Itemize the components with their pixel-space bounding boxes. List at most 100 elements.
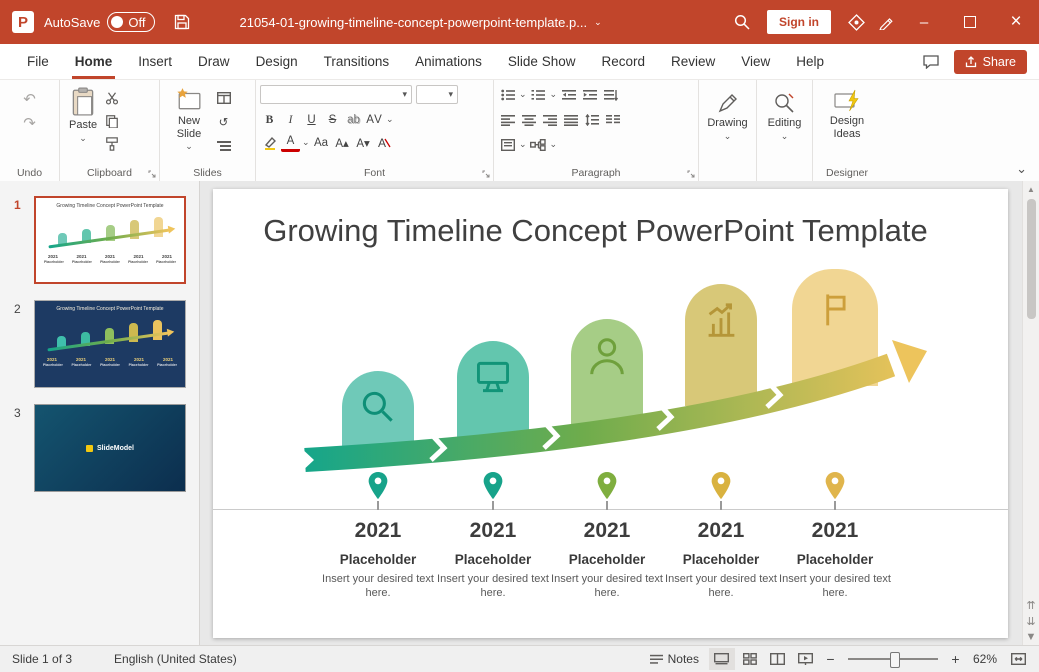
search-button[interactable] bbox=[727, 7, 757, 37]
collapse-ribbon-button[interactable]: ⌄ bbox=[1016, 162, 1027, 175]
tab-design[interactable]: Design bbox=[243, 44, 311, 79]
timeline-shape-3[interactable] bbox=[571, 319, 643, 426]
milestone-heading[interactable]: Placeholder bbox=[340, 552, 417, 567]
italic-button[interactable]: I bbox=[281, 110, 300, 129]
milestone-body[interactable]: Insert your desired text here. bbox=[779, 572, 891, 601]
align-center-button[interactable] bbox=[519, 110, 538, 129]
powerpoint-app-icon[interactable]: P bbox=[12, 11, 34, 33]
timeline-shape-4[interactable] bbox=[685, 284, 757, 406]
strikethrough-button[interactable]: S bbox=[323, 110, 342, 129]
tab-insert[interactable]: Insert bbox=[125, 44, 185, 79]
numbered-list-button[interactable] bbox=[529, 85, 548, 104]
increase-indent-button[interactable] bbox=[580, 85, 599, 104]
tab-home[interactable]: Home bbox=[62, 44, 126, 79]
character-spacing-button[interactable]: AV bbox=[365, 110, 384, 129]
reading-view-button[interactable] bbox=[765, 648, 791, 670]
slide-editor[interactable]: Growing Timeline Concept PowerPoint Temp… bbox=[213, 189, 1008, 638]
editing-button[interactable]: Editing ⌄ bbox=[761, 89, 808, 143]
thumbnail-slide-1[interactable]: Growing Timeline Concept PowerPoint Temp… bbox=[34, 196, 186, 284]
autosave-toggle[interactable]: Off bbox=[107, 12, 155, 32]
milestone-year[interactable]: 2021 bbox=[812, 519, 859, 543]
notes-button[interactable]: Notes bbox=[642, 652, 707, 666]
comments-button[interactable] bbox=[918, 51, 944, 73]
milestone-year[interactable]: 2021 bbox=[584, 519, 631, 543]
language-indicator[interactable]: English (United States) bbox=[102, 652, 249, 666]
slide-layout-button[interactable] bbox=[214, 88, 233, 107]
clear-formatting-button[interactable]: A bbox=[375, 133, 394, 152]
sign-in-button[interactable]: Sign in bbox=[767, 10, 831, 34]
paragraph-dialog-launcher[interactable] bbox=[687, 170, 695, 178]
next-slide-button[interactable]: ⇊ bbox=[1023, 613, 1039, 629]
timeline-shape-2[interactable] bbox=[457, 341, 529, 441]
text-shadow-button[interactable]: ab bbox=[344, 110, 363, 129]
tab-view[interactable]: View bbox=[728, 44, 783, 79]
milestone-heading[interactable]: Placeholder bbox=[455, 552, 532, 567]
redo-button[interactable]: ↷ bbox=[20, 113, 39, 132]
thumbnail-slide-2[interactable]: Growing Timeline Concept PowerPoint Temp… bbox=[34, 300, 186, 388]
present-online-button[interactable] bbox=[841, 7, 871, 37]
cut-button[interactable] bbox=[102, 88, 121, 107]
decrease-indent-button[interactable] bbox=[559, 85, 578, 104]
save-button[interactable] bbox=[167, 7, 197, 37]
maximize-button[interactable] bbox=[947, 0, 993, 44]
underline-button[interactable]: U bbox=[302, 110, 321, 129]
decrease-font-size-button[interactable]: A▾ bbox=[354, 133, 373, 152]
tab-review[interactable]: Review bbox=[658, 44, 728, 79]
slide-title[interactable]: Growing Timeline Concept PowerPoint Temp… bbox=[213, 213, 978, 249]
design-ideas-button[interactable]: Design Ideas bbox=[817, 87, 877, 142]
document-title[interactable]: 21054-01-growing-timeline-concept-powerp… bbox=[239, 15, 601, 30]
milestone-year[interactable]: 2021 bbox=[355, 519, 402, 543]
ink-pen-button[interactable] bbox=[871, 7, 901, 37]
timeline-shape-1[interactable] bbox=[342, 371, 414, 456]
milestone-body[interactable]: Insert your desired text here. bbox=[665, 572, 777, 601]
share-button[interactable]: Share bbox=[954, 50, 1027, 74]
milestone-body[interactable]: Insert your desired text here. bbox=[437, 572, 549, 601]
new-slide-button[interactable]: New Slide ⌄ bbox=[164, 85, 214, 155]
undo-button[interactable]: ↶ bbox=[20, 89, 39, 108]
font-dialog-launcher[interactable] bbox=[482, 170, 490, 178]
slide-sorter-view-button[interactable] bbox=[737, 648, 763, 670]
drawing-button[interactable]: Drawing ⌄ bbox=[703, 89, 752, 143]
milestone-year[interactable]: 2021 bbox=[470, 519, 517, 543]
tab-draw[interactable]: Draw bbox=[185, 44, 243, 79]
tab-help[interactable]: Help bbox=[783, 44, 837, 79]
tab-animations[interactable]: Animations bbox=[402, 44, 495, 79]
milestone-body[interactable]: Insert your desired text here. bbox=[322, 572, 434, 601]
zoom-level[interactable]: 62% bbox=[967, 652, 1003, 666]
line-spacing-button[interactable] bbox=[582, 110, 601, 129]
reset-slide-button[interactable]: ↺ bbox=[214, 112, 233, 131]
highlight-color-button[interactable] bbox=[260, 133, 279, 152]
normal-view-button[interactable] bbox=[709, 648, 735, 670]
font-color-button[interactable]: A bbox=[281, 134, 300, 152]
close-button[interactable]: × bbox=[993, 0, 1039, 44]
tab-slide-show[interactable]: Slide Show bbox=[495, 44, 589, 79]
scrollbar-thumb[interactable] bbox=[1027, 199, 1036, 319]
timeline-shape-5[interactable] bbox=[792, 269, 878, 386]
zoom-in-button[interactable]: + bbox=[946, 650, 965, 669]
zoom-out-button[interactable]: − bbox=[821, 650, 840, 669]
add-columns-button[interactable] bbox=[603, 110, 622, 129]
bullet-list-button[interactable] bbox=[498, 85, 517, 104]
vertical-scrollbar[interactable]: ▲ ⇈ ⇊ ▼ bbox=[1022, 181, 1039, 645]
text-align-vertical-button[interactable] bbox=[498, 135, 517, 154]
scroll-up-button[interactable]: ▲ bbox=[1023, 181, 1039, 197]
zoom-slider-thumb[interactable] bbox=[890, 652, 900, 668]
copy-button[interactable] bbox=[102, 111, 121, 130]
scroll-down-button[interactable]: ▼ bbox=[1023, 629, 1039, 645]
slideshow-button[interactable] bbox=[793, 648, 819, 670]
milestone-heading[interactable]: Placeholder bbox=[569, 552, 646, 567]
change-case-button[interactable]: Aa bbox=[312, 133, 331, 152]
increase-font-size-button[interactable]: A▴ bbox=[333, 133, 352, 152]
zoom-slider[interactable] bbox=[848, 658, 938, 660]
slide-indicator[interactable]: Slide 1 of 3 bbox=[0, 652, 84, 666]
section-button[interactable] bbox=[214, 136, 233, 155]
convert-to-smartart-button[interactable] bbox=[529, 135, 548, 154]
milestone-year[interactable]: 2021 bbox=[698, 519, 745, 543]
milestone-5[interactable]: 2021 Placeholder Insert your desired tex… bbox=[765, 471, 905, 601]
align-left-button[interactable] bbox=[498, 110, 517, 129]
text-direction-button[interactable] bbox=[601, 85, 620, 104]
milestone-heading[interactable]: Placeholder bbox=[797, 552, 874, 567]
thumbnail-slide-3[interactable]: SlideModel bbox=[34, 404, 186, 492]
tab-record[interactable]: Record bbox=[588, 44, 658, 79]
tab-transitions[interactable]: Transitions bbox=[311, 44, 403, 79]
